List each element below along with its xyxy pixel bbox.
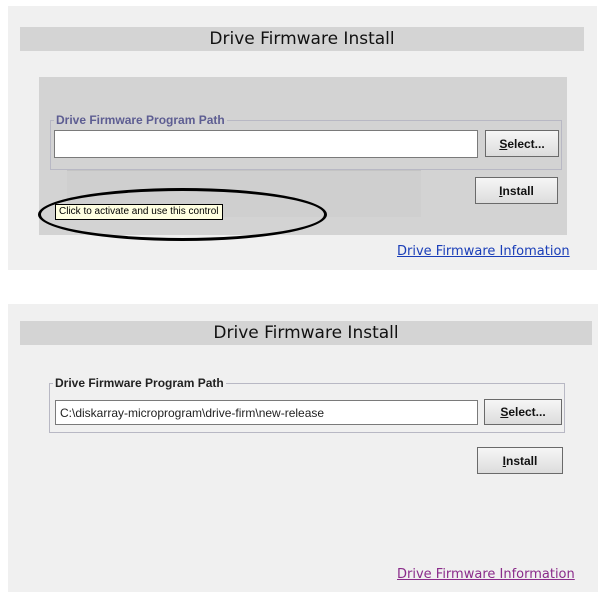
page-title: Drive Firmware Install: [20, 321, 592, 345]
install-button[interactable]: Install: [477, 447, 563, 474]
drive-firmware-info-link[interactable]: Drive Firmware Information: [397, 567, 575, 582]
select-button[interactable]: Select...: [485, 130, 559, 157]
select-button-mnemonic: S: [500, 405, 509, 419]
select-button-mnemonic: S: [499, 136, 508, 151]
program-path-legend: Drive Firmware Program Path: [54, 112, 227, 128]
select-button-label: elect...: [508, 405, 546, 419]
program-path-input[interactable]: [54, 130, 478, 158]
screenshot-active-applet: Drive Firmware Install Drive Firmware Pr…: [8, 304, 598, 592]
install-button[interactable]: Install: [475, 177, 558, 204]
select-button[interactable]: Select...: [484, 399, 562, 425]
program-path-fieldset: Drive Firmware Program Path Select...: [50, 112, 562, 170]
program-path-legend: Drive Firmware Program Path: [53, 375, 226, 391]
page-title: Drive Firmware Install: [20, 27, 584, 51]
program-path-input[interactable]: [55, 400, 478, 425]
drive-firmware-info-link[interactable]: Drive Firmware Infomation: [397, 244, 570, 259]
install-button-label: nstall: [506, 453, 538, 468]
program-path-fieldset: Drive Firmware Program Path Select...: [49, 375, 565, 433]
install-button-label: nstall: [502, 183, 534, 198]
screenshot-inactive-applet: Drive Firmware Install Drive Firmware Pr…: [8, 6, 597, 270]
activate-control-tooltip: Click to activate and use this control: [55, 204, 223, 220]
select-button-label: elect...: [507, 136, 545, 151]
